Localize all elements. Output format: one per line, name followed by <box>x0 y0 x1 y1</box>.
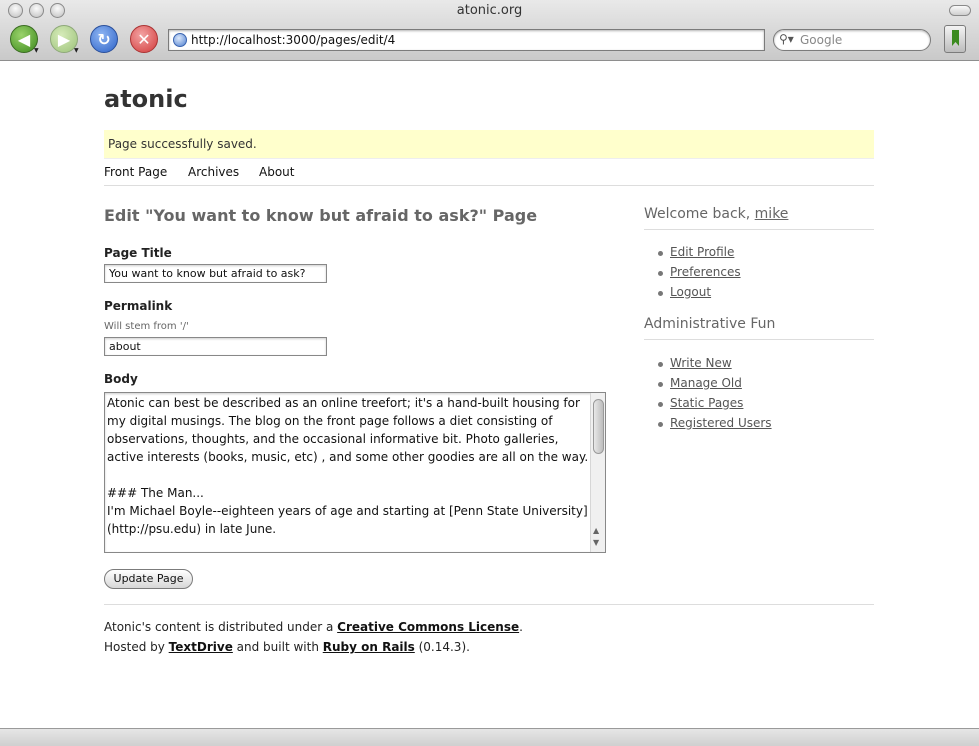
footer-text: (0.14.3). <box>414 640 470 654</box>
static-pages-link[interactable]: Static Pages <box>670 396 743 410</box>
username-link[interactable]: mike <box>755 206 789 222</box>
arrow-left-icon: ◀ <box>17 29 31 49</box>
list-item: Logout <box>658 285 741 305</box>
list-item: Edit Profile <box>658 245 741 265</box>
edit-profile-link[interactable]: Edit Profile <box>670 245 734 259</box>
footer-host-line: Hosted by TextDrive and built with Ruby … <box>104 637 874 657</box>
footer-text: Atonic's content is distributed under a <box>104 620 338 634</box>
list-item: Registered Users <box>658 416 772 436</box>
globe-icon <box>173 33 187 47</box>
footer-license-line: Atonic's content is distributed under a … <box>104 617 874 637</box>
forward-history-dropdown-icon[interactable]: ▼ <box>74 47 79 54</box>
page-title-input[interactable] <box>104 264 327 283</box>
stop-x-icon: ✕ <box>137 29 151 49</box>
scroll-down-icon[interactable]: ▼ <box>593 538 599 547</box>
browser-chrome: atonic.org ◀ ▼ ▶ ▼ ↻ ✕ http://localhost:… <box>0 0 979 61</box>
page-heading: Edit "You want to know but afraid to ask… <box>104 206 538 225</box>
footer-text: Hosted by <box>104 640 169 654</box>
list-item: Preferences <box>658 265 741 285</box>
arrow-right-icon: ▶ <box>57 29 71 49</box>
ruby-on-rails-link[interactable]: Ruby on Rails <box>323 640 415 654</box>
bookmark-button[interactable] <box>944 25 966 53</box>
page-title-label: Page Title <box>104 246 172 260</box>
reload-button[interactable]: ↻ <box>90 25 118 53</box>
window-title: atonic.org <box>456 3 523 18</box>
body-text[interactable]: Atonic can best be described as an onlin… <box>107 394 591 538</box>
body-textarea[interactable]: Atonic can best be described as an onlin… <box>104 392 606 553</box>
window-titlebar: atonic.org <box>0 0 979 22</box>
logout-link[interactable]: Logout <box>670 285 711 299</box>
body-label: Body <box>104 372 138 386</box>
registered-users-link[interactable]: Registered Users <box>670 416 772 430</box>
footer: Atonic's content is distributed under a … <box>104 604 874 657</box>
preferences-link[interactable]: Preferences <box>670 265 741 279</box>
admin-links-list: Write New Manage Old Static Pages Regist… <box>658 356 772 436</box>
site-title: atonic <box>104 85 188 113</box>
nav-about-link[interactable]: About <box>259 165 294 179</box>
update-page-button[interactable]: Update Page <box>104 569 193 589</box>
permalink-input[interactable] <box>104 337 327 356</box>
address-bar[interactable]: http://localhost:3000/pages/edit/4 <box>168 29 765 51</box>
body-scrollbar[interactable]: ▲ ▼ <box>590 393 605 552</box>
permalink-hint: Will stem from '/' <box>104 321 189 332</box>
back-history-dropdown-icon[interactable]: ▼ <box>34 47 39 54</box>
search-field[interactable]: ⚲▾ Google <box>773 29 931 51</box>
stop-button[interactable]: ✕ <box>130 25 158 53</box>
footer-text: and built with <box>232 640 323 654</box>
search-icon[interactable]: ⚲▾ <box>779 32 794 46</box>
footer-text: . <box>519 620 523 634</box>
status-bar <box>0 728 979 746</box>
user-links-list: Edit Profile Preferences Logout <box>658 245 741 305</box>
list-item: Write New <box>658 356 772 376</box>
flash-message: Page successfully saved. <box>104 130 874 159</box>
textdrive-link[interactable]: TextDrive <box>169 640 233 654</box>
list-item: Static Pages <box>658 396 772 416</box>
creative-commons-link[interactable]: Creative Commons License <box>337 620 519 634</box>
write-new-link[interactable]: Write New <box>670 356 732 370</box>
scrollbar-thumb[interactable] <box>593 399 604 454</box>
url-text[interactable]: http://localhost:3000/pages/edit/4 <box>191 33 395 47</box>
welcome-prefix: Welcome back, <box>644 206 755 222</box>
list-item: Manage Old <box>658 376 772 396</box>
toolbar-toggle-button[interactable] <box>949 5 971 16</box>
manage-old-link[interactable]: Manage Old <box>670 376 742 390</box>
admin-heading: Administrative Fun <box>644 316 874 340</box>
nav-front-page-link[interactable]: Front Page <box>104 165 167 179</box>
nav-archives-link[interactable]: Archives <box>188 165 239 179</box>
permalink-label: Permalink <box>104 299 173 313</box>
scroll-up-icon[interactable]: ▲ <box>593 526 599 535</box>
search-placeholder: Google <box>800 33 843 47</box>
main-nav: Front Page Archives About <box>104 165 874 186</box>
reload-icon: ↻ <box>97 29 111 49</box>
welcome-heading: Welcome back, mike <box>644 206 874 230</box>
